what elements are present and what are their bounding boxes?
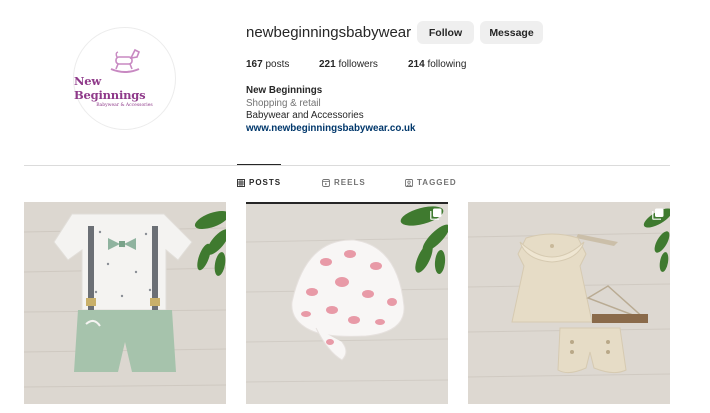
- followers-count-label: followers: [338, 59, 378, 70]
- grid-icon: [237, 178, 245, 187]
- posts-count: 167 posts: [246, 59, 319, 70]
- posts-count-label: posts: [265, 59, 290, 70]
- post-thumbnail-3[interactable]: [468, 202, 670, 404]
- logo-subtitle: Babywear & Accessories: [96, 103, 153, 108]
- message-button[interactable]: Message: [480, 21, 543, 44]
- active-tab-indicator: [237, 164, 281, 165]
- post-image-sun-hat: [246, 202, 448, 404]
- profile-tabs: POSTS REELS TAGGED: [0, 178, 710, 190]
- carousel-icon: [430, 208, 442, 220]
- profile-avatar[interactable]: New Beginnings Babywear & Accessories: [73, 27, 176, 130]
- tab-reels[interactable]: REELS: [322, 178, 366, 187]
- profile-stats: 167 posts 221 followers 214 following: [246, 59, 466, 70]
- tabs-divider: [24, 165, 670, 166]
- rocking-horse-icon: [110, 48, 140, 73]
- tagged-icon: [405, 178, 413, 187]
- follow-button[interactable]: Follow: [417, 21, 474, 44]
- posts-count-value: 167: [246, 59, 266, 70]
- followers-count[interactable]: 221 followers: [319, 59, 408, 70]
- bio-description: Babywear and Accessories: [246, 110, 364, 122]
- following-count-value: 214: [408, 59, 428, 70]
- post-thumbnail-2[interactable]: [246, 202, 448, 404]
- bio-name: New Beginnings: [246, 85, 323, 96]
- bio-website-link[interactable]: www.newbeginningsbabywear.co.uk: [246, 123, 415, 136]
- tab-posts-label: POSTS: [249, 178, 282, 187]
- post-image-muslin-set: [468, 202, 670, 404]
- post-image-boys-outfit: [24, 202, 226, 404]
- following-count[interactable]: 214 following: [408, 59, 466, 70]
- post-top-border: [246, 202, 448, 204]
- followers-count-value: 221: [319, 59, 339, 70]
- tab-tagged[interactable]: TAGGED: [405, 178, 457, 187]
- reels-icon: [322, 178, 330, 187]
- logo-title: New Beginnings: [74, 74, 146, 102]
- bio-category: Shopping & retail: [246, 97, 321, 109]
- profile-username: newbeginningsbabywear: [246, 24, 412, 41]
- post-thumbnail-1[interactable]: [24, 202, 226, 404]
- tab-posts[interactable]: POSTS: [237, 178, 281, 187]
- tab-tagged-label: TAGGED: [417, 178, 457, 187]
- following-count-label: following: [427, 59, 467, 70]
- carousel-icon: [652, 208, 664, 220]
- profile-bio: New Beginnings Shopping & retail Babywea…: [246, 85, 415, 136]
- tab-reels-label: REELS: [334, 178, 366, 187]
